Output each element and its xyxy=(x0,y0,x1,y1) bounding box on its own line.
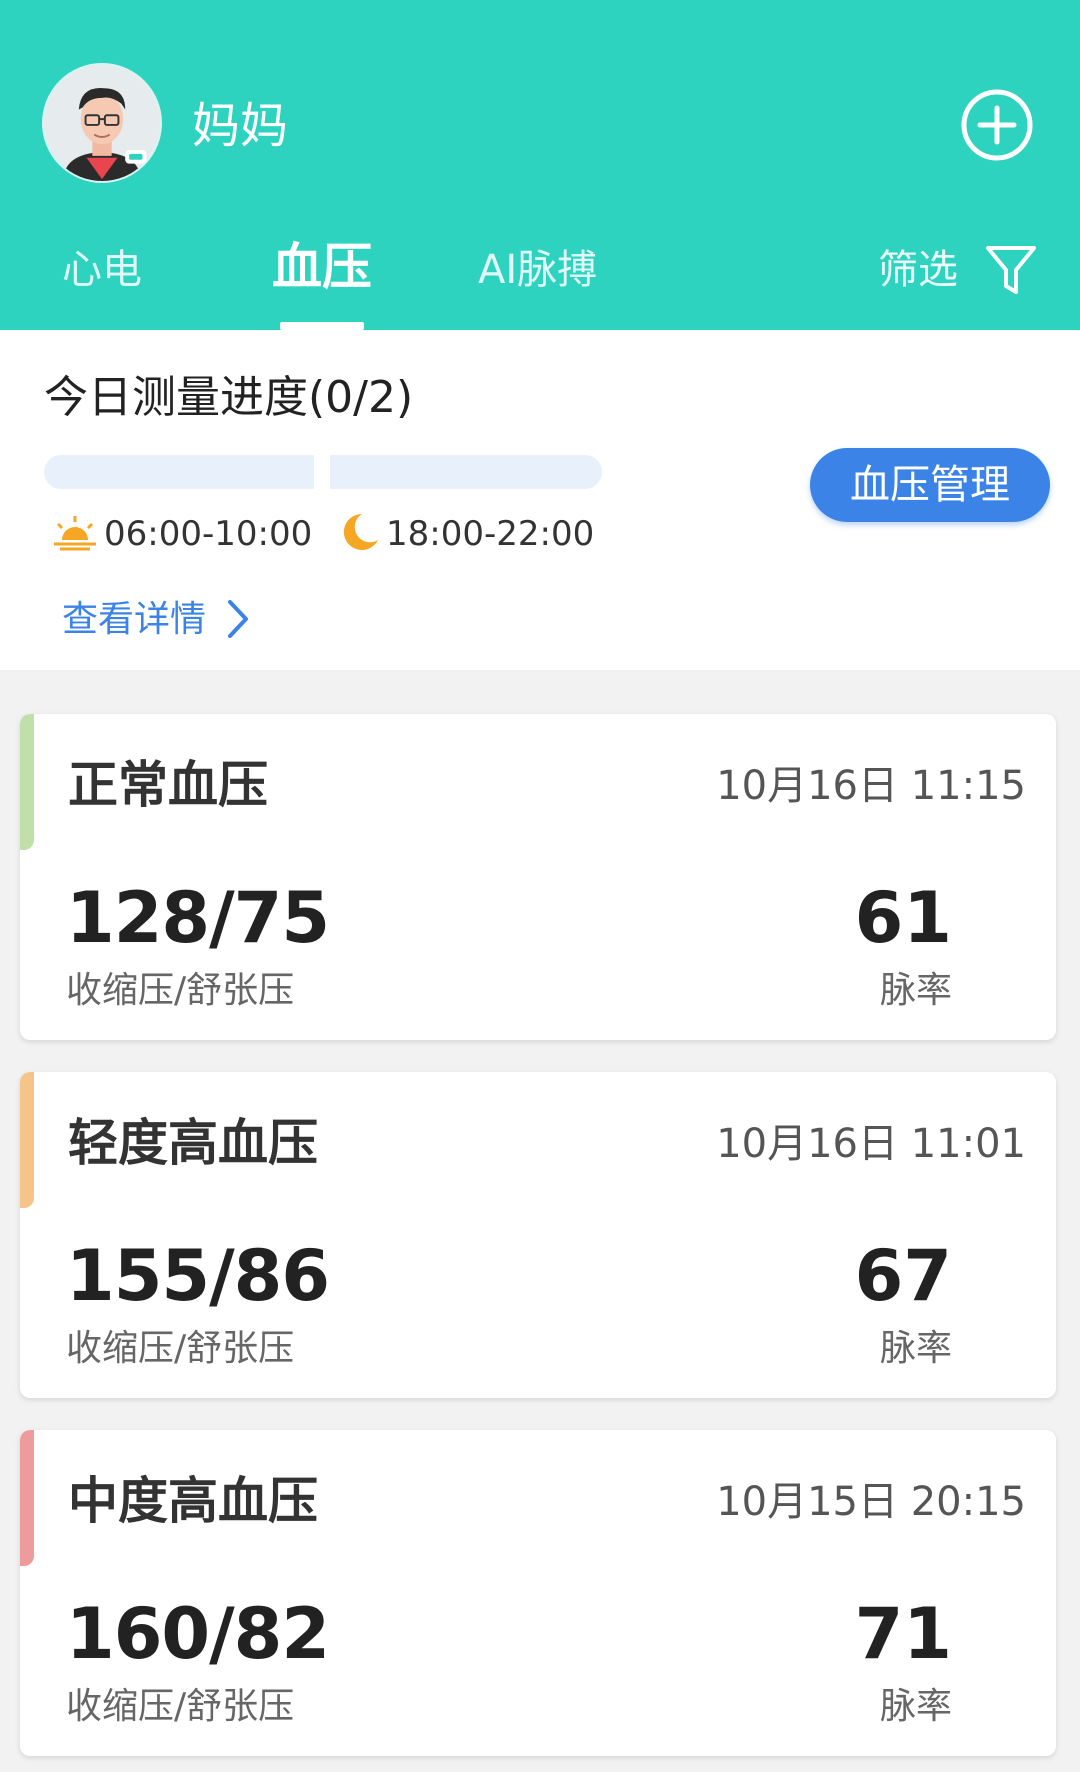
tab-ecg[interactable]: 心电 xyxy=(62,240,142,300)
progress-title: 今日测量进度(0/2) xyxy=(44,372,414,423)
bp-label: 收缩压/舒张压 xyxy=(66,1686,295,1727)
tab-ai-pulse[interactable]: AI脉搏 xyxy=(478,240,597,300)
moon-icon xyxy=(343,513,378,550)
evening-time-slot: 18:00-22:00 xyxy=(386,514,595,554)
pulse-value: 67 xyxy=(854,1235,952,1317)
avatar-illustration-icon xyxy=(44,65,160,181)
add-member-plus-icon[interactable] xyxy=(960,88,1034,162)
today-progress-panel: 今日测量进度(0/2) 06:00-10:00 18:00-22:00 血压管理… xyxy=(0,330,1080,670)
bp-label: 收缩压/舒张压 xyxy=(66,970,295,1011)
bp-value: 155/86 xyxy=(66,1235,330,1317)
record-timestamp: 10月16日 11:15 xyxy=(716,763,1026,809)
bp-status-title: 正常血压 xyxy=(68,756,268,814)
status-accent-bar xyxy=(20,714,34,850)
morning-time-slot: 06:00-10:00 xyxy=(104,514,313,554)
bp-record-card[interactable]: 中度高血压 10月15日 20:15 160/82 收缩压/舒张压 71 脉率 xyxy=(20,1430,1056,1756)
status-accent-bar xyxy=(20,1072,34,1208)
tab-blood-pressure[interactable]: 血压 xyxy=(272,237,372,297)
record-timestamp: 10月15日 20:15 xyxy=(716,1479,1026,1525)
user-name[interactable]: 妈妈 xyxy=(192,96,288,156)
pulse-label: 脉率 xyxy=(879,1328,952,1369)
pulse-label: 脉率 xyxy=(879,970,952,1011)
bp-status-title: 中度高血压 xyxy=(68,1472,318,1530)
bp-label: 收缩压/舒张压 xyxy=(66,1328,295,1369)
progress-segment-morning xyxy=(44,455,314,489)
bp-record-card[interactable]: 正常血压 10月16日 11:15 128/75 收缩压/舒张压 61 脉率 xyxy=(20,714,1056,1040)
bp-value: 160/82 xyxy=(66,1593,330,1675)
app-header: 妈妈 心电 血压 AI脉搏 筛选 xyxy=(0,0,1080,330)
status-accent-bar xyxy=(20,1430,34,1566)
active-tab-indicator xyxy=(280,322,364,330)
view-details-link[interactable]: 查看详情 xyxy=(62,592,206,648)
bp-management-button[interactable]: 血压管理 xyxy=(810,448,1050,522)
sunrise-icon xyxy=(54,516,96,551)
user-avatar[interactable] xyxy=(42,63,162,183)
bp-value: 128/75 xyxy=(66,877,330,959)
bp-record-card[interactable]: 轻度高血压 10月16日 11:01 155/86 收缩压/舒张压 67 脉率 xyxy=(20,1072,1056,1398)
pulse-value: 71 xyxy=(854,1593,952,1675)
record-timestamp: 10月16日 11:01 xyxy=(716,1121,1026,1167)
pulse-label: 脉率 xyxy=(879,1686,952,1727)
filter-button[interactable]: 筛选 xyxy=(878,240,958,300)
chevron-right-icon[interactable] xyxy=(222,594,252,644)
bp-status-title: 轻度高血压 xyxy=(68,1114,318,1172)
progress-segment-evening xyxy=(330,455,602,489)
filter-funnel-icon[interactable] xyxy=(984,242,1038,298)
pulse-value: 61 xyxy=(854,877,952,959)
